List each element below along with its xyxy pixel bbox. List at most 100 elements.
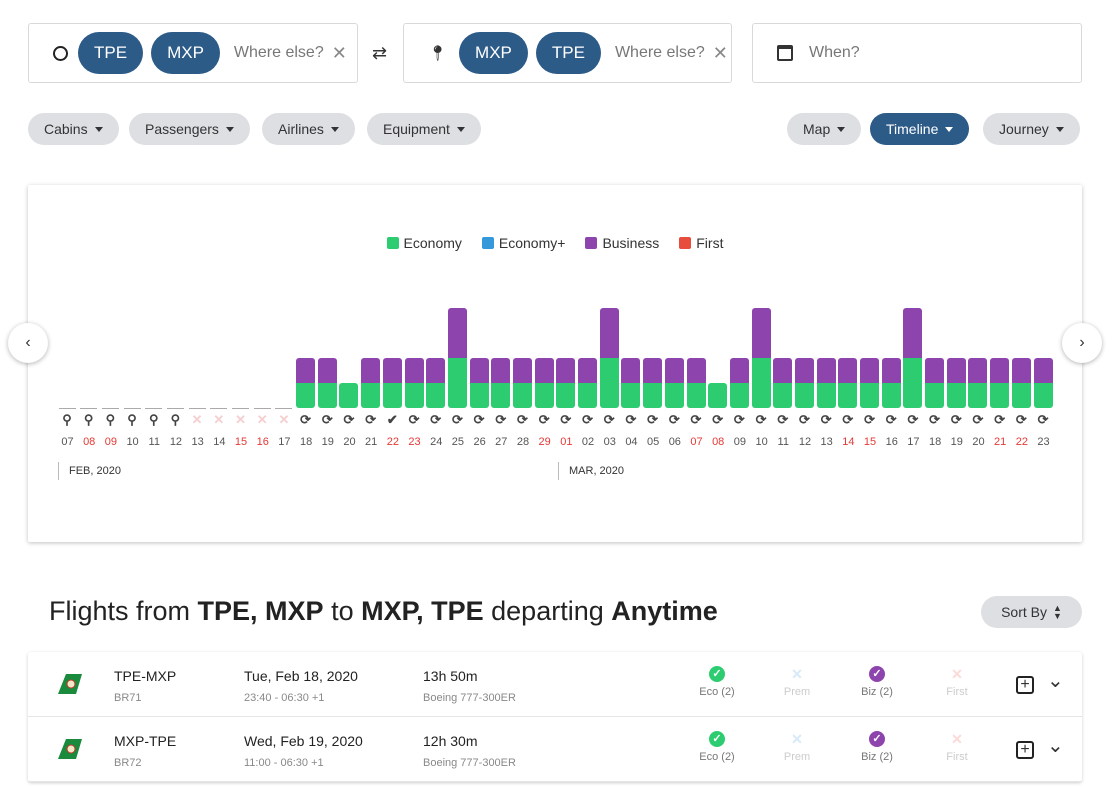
chevron-right-icon: › xyxy=(1079,334,1085,351)
stacked-bar[interactable] xyxy=(990,358,1010,408)
stacked-bar[interactable] xyxy=(317,358,337,408)
flight-row[interactable]: MXP-TPE BR72 Wed, Feb 19, 2020 11:00 - 06:3… xyxy=(28,717,1082,782)
bar-segment-business xyxy=(794,358,814,383)
stacked-bar[interactable] xyxy=(968,358,988,408)
legend-first[interactable]: First xyxy=(679,235,723,251)
filter-passengers[interactable]: Passengers xyxy=(129,113,250,145)
bar-segment-economy xyxy=(491,383,511,408)
stacked-bar[interactable] xyxy=(556,358,576,408)
stacked-bar[interactable] xyxy=(621,358,641,408)
chevron-left-icon: ‹ xyxy=(25,334,31,351)
stacked-bar[interactable] xyxy=(296,358,316,408)
origin-input[interactable]: Where else? xyxy=(234,44,324,62)
refresh-icon: ⟳ xyxy=(300,412,312,427)
bar-segment-economy xyxy=(426,383,446,408)
destination-input[interactable]: Where else? xyxy=(615,44,705,62)
stacked-bar[interactable] xyxy=(860,358,880,408)
date-label: 15 xyxy=(863,436,877,448)
bar-segment-business xyxy=(838,358,858,383)
stacked-bar[interactable] xyxy=(708,383,728,408)
chart-legend: Economy Economy+ Business First xyxy=(28,235,1082,251)
empty-marker xyxy=(166,408,184,409)
legend-economy[interactable]: Economy xyxy=(386,235,462,251)
bar-segment-economy xyxy=(838,383,858,408)
expand-chevron-icon[interactable]: ⌄ xyxy=(1047,733,1064,758)
stacked-bar[interactable] xyxy=(1033,358,1053,408)
bar-segment-business xyxy=(881,358,901,383)
destination-chip[interactable]: TPE xyxy=(535,32,601,74)
stacked-bar[interactable] xyxy=(664,358,684,408)
legend-business[interactable]: Business xyxy=(585,235,659,251)
stacked-bar[interactable] xyxy=(794,358,814,408)
stacked-bar[interactable] xyxy=(469,358,489,408)
stacked-bar[interactable] xyxy=(838,358,858,408)
date-label: 02 xyxy=(581,436,595,448)
empty-marker xyxy=(275,408,293,409)
stacked-bar[interactable] xyxy=(404,358,424,408)
stacked-bar[interactable] xyxy=(534,358,554,408)
date-input[interactable]: When? xyxy=(809,44,860,62)
filter-airlines[interactable]: Airlines xyxy=(262,113,355,145)
origin-field[interactable]: TPE MXP Where else? ✕ xyxy=(28,23,358,83)
origin-chip[interactable]: MXP xyxy=(151,32,220,74)
refresh-icon: ⟳ xyxy=(907,412,919,427)
view-map[interactable]: Map xyxy=(787,113,862,145)
refresh-icon: ⟳ xyxy=(647,412,659,427)
stacked-bar[interactable] xyxy=(578,358,598,408)
legend-economy-plus[interactable]: Economy+ xyxy=(481,235,565,251)
flight-row[interactable]: TPE-MXP BR71 Tue, Feb 18, 2020 23:40 - 06:3… xyxy=(28,652,1082,717)
expand-chevron-icon[interactable]: ⌄ xyxy=(1047,668,1064,693)
cabin-availability: ✓ Biz (2) xyxy=(847,666,907,698)
clear-origin-icon[interactable]: ✕ xyxy=(332,43,347,64)
view-timeline[interactable]: Timeline xyxy=(870,113,970,145)
stacked-bar[interactable] xyxy=(881,358,901,408)
filter-cabins[interactable]: Cabins xyxy=(28,113,119,145)
stacked-bar[interactable] xyxy=(339,383,359,408)
sort-by-button[interactable]: Sort By ▲ ▼ xyxy=(981,596,1082,628)
destination-field[interactable]: 📍︎ MXP TPE Where else? ✕ xyxy=(403,23,732,83)
stacked-bar[interactable] xyxy=(816,358,836,408)
add-button[interactable]: + xyxy=(1016,676,1034,694)
add-button[interactable]: + xyxy=(1016,741,1034,759)
stacked-bar[interactable] xyxy=(1011,358,1031,408)
stacked-bar[interactable] xyxy=(426,358,446,408)
caret-down-icon xyxy=(330,126,339,132)
chart-next-button[interactable]: › xyxy=(1062,323,1102,363)
search-icon: ⚲ xyxy=(148,412,159,427)
filter-equipment[interactable]: Equipment xyxy=(367,113,481,145)
destination-chip[interactable]: MXP xyxy=(459,32,528,74)
stacked-bar[interactable] xyxy=(903,308,923,408)
date-label: 07 xyxy=(690,436,703,448)
stacked-bar[interactable] xyxy=(512,358,532,408)
refresh-icon: ⟳ xyxy=(430,412,442,427)
bar-segment-economy xyxy=(729,383,749,408)
stacked-bar[interactable] xyxy=(773,358,793,408)
origin-chip[interactable]: TPE xyxy=(78,32,144,74)
stacked-bar[interactable] xyxy=(382,358,402,408)
stacked-bar[interactable] xyxy=(686,358,706,408)
bar-segment-economy xyxy=(1033,383,1053,408)
stacked-bar[interactable] xyxy=(491,358,511,408)
stacked-bar[interactable] xyxy=(925,358,945,408)
stacked-bar[interactable] xyxy=(946,358,966,408)
clear-destination-icon[interactable]: ✕ xyxy=(713,43,728,64)
route: MXP-TPE xyxy=(114,733,177,749)
x-icon: ✕ xyxy=(791,731,803,747)
swap-arrows-icon[interactable]: ⇄ xyxy=(372,43,387,64)
stacked-bar[interactable] xyxy=(447,308,467,408)
date-field[interactable]: When? xyxy=(752,23,1082,83)
stacked-bar[interactable] xyxy=(599,308,619,408)
cabin-availability: ✕ First xyxy=(927,731,987,763)
date-label: 22 xyxy=(386,436,399,448)
stacked-bar[interactable] xyxy=(729,358,749,408)
view-journey[interactable]: Journey xyxy=(983,113,1080,145)
chart-prev-button[interactable]: ‹ xyxy=(8,323,48,363)
date-label: 08 xyxy=(83,436,96,448)
date-label: 28 xyxy=(516,436,530,448)
departure-date: Tue, Feb 18, 2020 xyxy=(244,668,358,684)
stacked-bar[interactable] xyxy=(751,308,771,408)
stacked-bar[interactable] xyxy=(643,358,663,408)
caret-down-icon xyxy=(837,126,846,132)
stacked-bar[interactable] xyxy=(361,358,381,408)
bar-segment-economy xyxy=(534,383,554,408)
